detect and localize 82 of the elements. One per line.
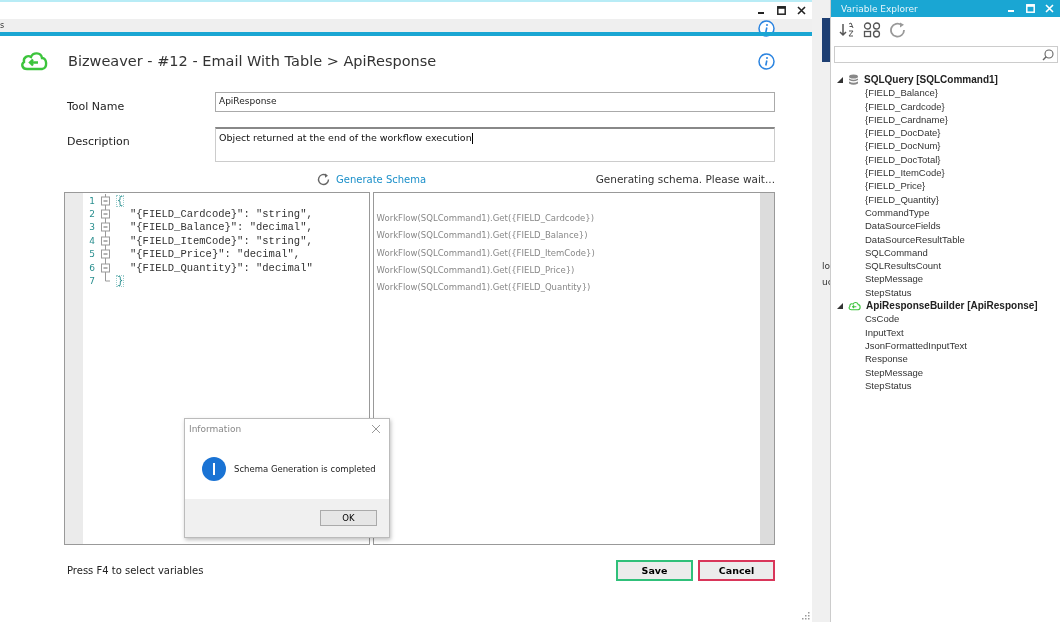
fold-marker-icon[interactable] (101, 193, 110, 208)
tree-item[interactable]: {FIELD_Price} (837, 179, 1060, 193)
field-label: Description (66, 134, 131, 150)
fold-marker-icon[interactable] (101, 220, 110, 235)
line-number: 3 (88, 222, 95, 233)
code-brace: { (116, 194, 125, 207)
save-button[interactable]: Save (616, 559, 693, 581)
expression-text: WorkFlow(SQLCommand1).Get({FIELD_Balance}) (375, 230, 589, 243)
info-icon[interactable] (758, 52, 775, 70)
tree-item[interactable]: CommandType (837, 205, 1060, 220)
search-icon (1042, 48, 1054, 61)
tree-item[interactable]: StepMessage (837, 365, 1060, 379)
background-text-fragment: lo (822, 260, 830, 272)
maximize-icon[interactable] (777, 6, 786, 15)
tree-group-label[interactable]: ApiResponseBuilder [ApiResponse] (866, 300, 1038, 312)
tree-item[interactable]: {FIELD_ItemCode} (837, 166, 1060, 180)
panel-title: Variable Explorer (841, 3, 919, 14)
cloud-icon (848, 300, 861, 311)
line-number: 7 (88, 276, 95, 287)
tree-item[interactable]: {FIELD_Balance} (837, 86, 1060, 100)
group-icon[interactable] (863, 22, 881, 38)
dialog-title: Information (189, 424, 242, 434)
ok-button[interactable]: OK (320, 510, 377, 526)
info-icon (202, 457, 226, 481)
hint-text: Press F4 to select variables (66, 564, 205, 576)
tree-item[interactable]: Response (837, 352, 1060, 366)
code-line: "{FIELD_Cardcode}": "string", (130, 208, 313, 221)
fold-marker-icon[interactable] (101, 247, 110, 262)
close-icon[interactable] (797, 6, 806, 15)
expression-text: WorkFlow(SQLCommand1).Get({FIELD_Cardcode}) (375, 213, 596, 225)
line-number: 4 (88, 235, 95, 246)
tree-item[interactable]: CsCode (837, 312, 1060, 326)
refresh-icon (316, 171, 331, 187)
scrollbar-thumb[interactable] (822, 18, 830, 62)
scrollbar[interactable] (760, 193, 774, 544)
description-field[interactable]: Object returned at the end of the workflow execution (215, 127, 775, 162)
tree-item[interactable]: JsonFormattedInputText (837, 338, 1060, 353)
tree-item[interactable]: {FIELD_DocDate} (837, 126, 1060, 140)
tree-item[interactable]: SQLResultsCount (837, 259, 1060, 273)
refresh-icon[interactable] (889, 22, 907, 38)
code-line: "{FIELD_Balance}": "decimal", (130, 221, 313, 234)
cancel-button[interactable]: Cancel (698, 559, 775, 581)
tree-item[interactable]: {FIELD_DocTotal} (837, 152, 1060, 167)
fold-marker-icon[interactable] (101, 260, 110, 275)
expression-text: WorkFlow(SQLCommand1).Get({FIELD_Quantity}) (375, 282, 592, 295)
tree-item[interactable]: DataSourceResultTable (837, 232, 1060, 246)
generate-schema-link[interactable]: Generate Schema (316, 171, 427, 187)
tree-item[interactable]: {FIELD_Cardcode} (837, 99, 1060, 113)
expression-text: WorkFlow(SQLCommand1).Get({FIELD_ItemCode}) (375, 247, 596, 260)
tree-item[interactable]: StepMessage (837, 272, 1060, 286)
collapse-icon[interactable] (837, 76, 843, 83)
tree-item[interactable]: DataSourceFields (837, 219, 1060, 233)
code-line: "{FIELD_Price}": "decimal", (130, 248, 301, 261)
search-field[interactable] (834, 46, 1058, 63)
expression-text: WorkFlow(SQLCommand1).Get({FIELD_Price}) (375, 264, 576, 277)
line-number: 1 (88, 195, 95, 206)
cloud-icon (20, 51, 48, 71)
code-brace: } (116, 275, 125, 288)
line-number: 6 (88, 262, 95, 273)
code-line: "{FIELD_Quantity}": "decimal" (130, 261, 313, 274)
fold-marker-icon[interactable] (101, 233, 110, 248)
collapse-icon[interactable] (837, 302, 843, 309)
resize-grip-icon[interactable] (802, 612, 810, 620)
tab-fragment: s (0, 21, 5, 30)
status-text: Generating schema. Please wait... (595, 173, 775, 185)
tree-item[interactable]: StepStatus (837, 285, 1060, 300)
database-icon (848, 73, 859, 86)
sort-icon[interactable] (839, 22, 855, 38)
tree-item[interactable]: InputText (837, 325, 1060, 339)
fold-marker-icon[interactable] (101, 207, 110, 222)
tree-item[interactable]: {FIELD_Quantity} (837, 192, 1060, 206)
field-label: Tool Name (66, 99, 126, 115)
tree-group-label[interactable]: SQLQuery [SQLCommand1] (864, 74, 998, 86)
page-title: Bizweaver - #12 - Email With Table > ApiResponse (68, 53, 438, 69)
tree-item[interactable]: {FIELD_Cardname} (837, 112, 1060, 127)
line-number: 5 (88, 249, 95, 260)
tool-name-field[interactable]: ApiResponse (215, 92, 775, 112)
line-number: 2 (88, 209, 95, 220)
tree-item[interactable]: StepStatus (837, 378, 1060, 393)
tree-item[interactable]: SQLCommand (837, 245, 1060, 260)
code-line: "{FIELD_ItemCode}": "string", (130, 234, 313, 247)
tree-item[interactable]: {FIELD_DocNum} (837, 139, 1060, 153)
